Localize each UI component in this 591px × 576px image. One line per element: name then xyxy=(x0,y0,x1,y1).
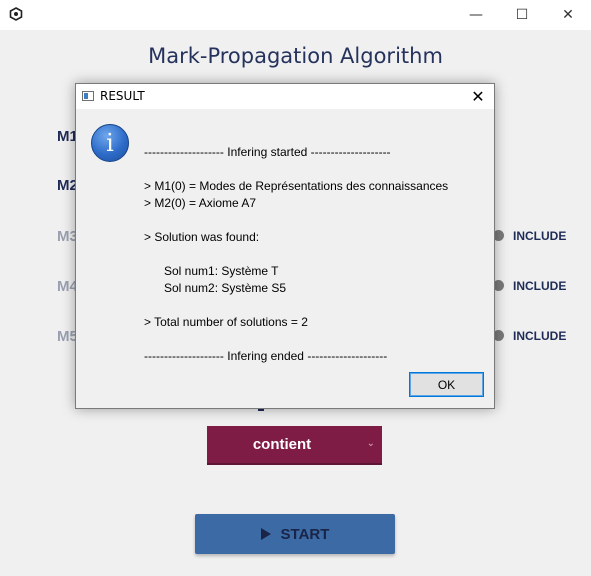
dialog-title: RESULT xyxy=(100,89,145,103)
close-button[interactable]: ✕ xyxy=(545,0,591,30)
include-label-m4: INCLUDE xyxy=(513,279,567,293)
dialog-title-bar: RESULT ✕ xyxy=(76,84,494,109)
message-line-sol1: Sol num1: Système T xyxy=(144,264,279,278)
message-line-total: > Total number of solutions = 2 xyxy=(144,315,308,329)
start-button[interactable]: START xyxy=(195,514,395,554)
message-line-ended: -------------------- Infering ended ----… xyxy=(144,349,388,363)
title-bar: — ☐ ✕ xyxy=(0,0,591,30)
include-label-m5: INCLUDE xyxy=(513,329,567,343)
dialog-close-button[interactable]: ✕ xyxy=(462,84,494,109)
message-line-sol2: Sol num2: Système S5 xyxy=(144,281,287,295)
include-label-m3: INCLUDE xyxy=(513,229,567,243)
message-line-m2: > M2(0) = Axiome A7 xyxy=(144,196,257,210)
chevron-down-icon: ⌄ xyxy=(366,438,375,449)
dialog-window-icon xyxy=(82,91,94,101)
play-icon xyxy=(260,528,271,540)
relation-dropdown[interactable]: contient ⌄ xyxy=(207,426,382,465)
message-line-started: -------------------- Infering started --… xyxy=(144,145,391,159)
ok-button[interactable]: OK xyxy=(409,372,484,397)
info-icon: i xyxy=(91,124,129,162)
start-button-label: START xyxy=(280,525,330,543)
maximize-button[interactable]: ☐ xyxy=(499,0,545,30)
info-glyph: i xyxy=(106,129,114,157)
message-line-m1: > M1(0) = Modes de Représentations des c… xyxy=(144,179,449,193)
page-title: Mark-Propagation Algorithm xyxy=(148,44,443,68)
minimize-button[interactable]: — xyxy=(453,0,499,30)
dropdown-value: contient xyxy=(252,436,312,453)
result-dialog: RESULT ✕ i -------------------- Infering… xyxy=(75,83,495,409)
message-line-solution-found: > Solution was found: xyxy=(144,230,260,244)
app-logo-icon xyxy=(9,7,23,21)
